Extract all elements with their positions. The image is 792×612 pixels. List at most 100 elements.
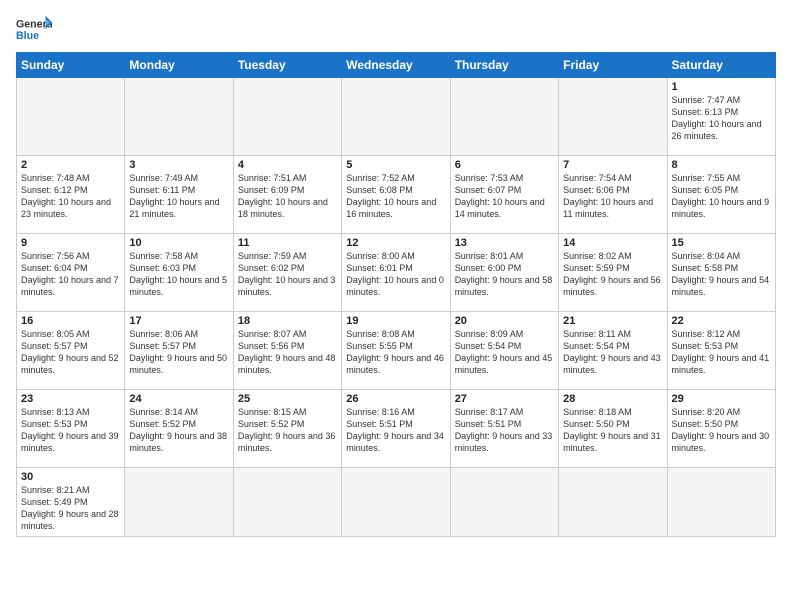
header-friday: Friday — [559, 53, 667, 78]
day-number: 30 — [21, 471, 120, 483]
table-row: 2Sunrise: 7:48 AM Sunset: 6:12 PM Daylig… — [17, 156, 125, 234]
table-row — [342, 78, 450, 156]
day-number: 24 — [129, 393, 228, 405]
header-saturday: Saturday — [667, 53, 775, 78]
table-row: 10Sunrise: 7:58 AM Sunset: 6:03 PM Dayli… — [125, 234, 233, 312]
day-info: Sunrise: 7:51 AM Sunset: 6:09 PM Dayligh… — [238, 172, 337, 221]
day-number: 9 — [21, 237, 120, 249]
day-number: 14 — [563, 237, 662, 249]
day-info: Sunrise: 8:02 AM Sunset: 5:59 PM Dayligh… — [563, 250, 662, 299]
day-info: Sunrise: 7:52 AM Sunset: 6:08 PM Dayligh… — [346, 172, 445, 221]
table-row — [233, 78, 341, 156]
day-info: Sunrise: 7:55 AM Sunset: 6:05 PM Dayligh… — [672, 172, 771, 221]
day-number: 5 — [346, 159, 445, 171]
header-monday: Monday — [125, 53, 233, 78]
table-row: 23Sunrise: 8:13 AM Sunset: 5:53 PM Dayli… — [17, 390, 125, 468]
day-number: 27 — [455, 393, 554, 405]
table-row: 20Sunrise: 8:09 AM Sunset: 5:54 PM Dayli… — [450, 312, 558, 390]
day-number: 3 — [129, 159, 228, 171]
table-row — [450, 78, 558, 156]
day-info: Sunrise: 8:06 AM Sunset: 5:57 PM Dayligh… — [129, 328, 228, 377]
weekday-header-row: Sunday Monday Tuesday Wednesday Thursday… — [17, 53, 776, 78]
day-number: 6 — [455, 159, 554, 171]
table-row: 8Sunrise: 7:55 AM Sunset: 6:05 PM Daylig… — [667, 156, 775, 234]
day-info: Sunrise: 8:13 AM Sunset: 5:53 PM Dayligh… — [21, 406, 120, 455]
day-info: Sunrise: 8:05 AM Sunset: 5:57 PM Dayligh… — [21, 328, 120, 377]
table-row: 21Sunrise: 8:11 AM Sunset: 5:54 PM Dayli… — [559, 312, 667, 390]
day-info: Sunrise: 8:01 AM Sunset: 6:00 PM Dayligh… — [455, 250, 554, 299]
header-wednesday: Wednesday — [342, 53, 450, 78]
table-row: 18Sunrise: 8:07 AM Sunset: 5:56 PM Dayli… — [233, 312, 341, 390]
day-info: Sunrise: 7:49 AM Sunset: 6:11 PM Dayligh… — [129, 172, 228, 221]
header-sunday: Sunday — [17, 53, 125, 78]
day-info: Sunrise: 8:18 AM Sunset: 5:50 PM Dayligh… — [563, 406, 662, 455]
table-row — [233, 468, 341, 537]
day-number: 12 — [346, 237, 445, 249]
day-info: Sunrise: 8:12 AM Sunset: 5:53 PM Dayligh… — [672, 328, 771, 377]
table-row: 13Sunrise: 8:01 AM Sunset: 6:00 PM Dayli… — [450, 234, 558, 312]
table-row — [342, 468, 450, 537]
day-number: 25 — [238, 393, 337, 405]
day-number: 21 — [563, 315, 662, 327]
day-number: 18 — [238, 315, 337, 327]
table-row: 1Sunrise: 7:47 AM Sunset: 6:13 PM Daylig… — [667, 78, 775, 156]
table-row: 24Sunrise: 8:14 AM Sunset: 5:52 PM Dayli… — [125, 390, 233, 468]
table-row — [17, 78, 125, 156]
day-number: 17 — [129, 315, 228, 327]
table-row — [125, 468, 233, 537]
table-row: 30Sunrise: 8:21 AM Sunset: 5:49 PM Dayli… — [17, 468, 125, 537]
header: General Blue — [16, 10, 776, 44]
table-row: 7Sunrise: 7:54 AM Sunset: 6:06 PM Daylig… — [559, 156, 667, 234]
table-row: 29Sunrise: 8:20 AM Sunset: 5:50 PM Dayli… — [667, 390, 775, 468]
day-info: Sunrise: 7:47 AM Sunset: 6:13 PM Dayligh… — [672, 94, 771, 143]
day-info: Sunrise: 8:14 AM Sunset: 5:52 PM Dayligh… — [129, 406, 228, 455]
table-row — [667, 468, 775, 537]
calendar-table: Sunday Monday Tuesday Wednesday Thursday… — [16, 52, 776, 537]
table-row — [559, 78, 667, 156]
day-info: Sunrise: 8:09 AM Sunset: 5:54 PM Dayligh… — [455, 328, 554, 377]
header-tuesday: Tuesday — [233, 53, 341, 78]
table-row: 27Sunrise: 8:17 AM Sunset: 5:51 PM Dayli… — [450, 390, 558, 468]
table-row: 6Sunrise: 7:53 AM Sunset: 6:07 PM Daylig… — [450, 156, 558, 234]
day-number: 29 — [672, 393, 771, 405]
day-number: 13 — [455, 237, 554, 249]
day-info: Sunrise: 7:59 AM Sunset: 6:02 PM Dayligh… — [238, 250, 337, 299]
day-number: 8 — [672, 159, 771, 171]
day-number: 11 — [238, 237, 337, 249]
table-row: 5Sunrise: 7:52 AM Sunset: 6:08 PM Daylig… — [342, 156, 450, 234]
header-thursday: Thursday — [450, 53, 558, 78]
day-number: 4 — [238, 159, 337, 171]
day-info: Sunrise: 8:16 AM Sunset: 5:51 PM Dayligh… — [346, 406, 445, 455]
table-row: 17Sunrise: 8:06 AM Sunset: 5:57 PM Dayli… — [125, 312, 233, 390]
table-row — [125, 78, 233, 156]
day-info: Sunrise: 8:15 AM Sunset: 5:52 PM Dayligh… — [238, 406, 337, 455]
table-row: 3Sunrise: 7:49 AM Sunset: 6:11 PM Daylig… — [125, 156, 233, 234]
day-info: Sunrise: 7:54 AM Sunset: 6:06 PM Dayligh… — [563, 172, 662, 221]
svg-text:Blue: Blue — [16, 30, 39, 42]
day-info: Sunrise: 8:04 AM Sunset: 5:58 PM Dayligh… — [672, 250, 771, 299]
day-number: 7 — [563, 159, 662, 171]
day-info: Sunrise: 8:07 AM Sunset: 5:56 PM Dayligh… — [238, 328, 337, 377]
day-number: 1 — [672, 81, 771, 93]
table-row: 11Sunrise: 7:59 AM Sunset: 6:02 PM Dayli… — [233, 234, 341, 312]
day-info: Sunrise: 8:17 AM Sunset: 5:51 PM Dayligh… — [455, 406, 554, 455]
day-number: 19 — [346, 315, 445, 327]
day-info: Sunrise: 7:58 AM Sunset: 6:03 PM Dayligh… — [129, 250, 228, 299]
table-row: 28Sunrise: 8:18 AM Sunset: 5:50 PM Dayli… — [559, 390, 667, 468]
day-number: 2 — [21, 159, 120, 171]
table-row: 9Sunrise: 7:56 AM Sunset: 6:04 PM Daylig… — [17, 234, 125, 312]
table-row: 15Sunrise: 8:04 AM Sunset: 5:58 PM Dayli… — [667, 234, 775, 312]
table-row: 14Sunrise: 8:02 AM Sunset: 5:59 PM Dayli… — [559, 234, 667, 312]
table-row — [450, 468, 558, 537]
day-number: 23 — [21, 393, 120, 405]
table-row: 26Sunrise: 8:16 AM Sunset: 5:51 PM Dayli… — [342, 390, 450, 468]
day-info: Sunrise: 7:53 AM Sunset: 6:07 PM Dayligh… — [455, 172, 554, 221]
day-number: 20 — [455, 315, 554, 327]
table-row: 16Sunrise: 8:05 AM Sunset: 5:57 PM Dayli… — [17, 312, 125, 390]
table-row: 22Sunrise: 8:12 AM Sunset: 5:53 PM Dayli… — [667, 312, 775, 390]
day-info: Sunrise: 8:08 AM Sunset: 5:55 PM Dayligh… — [346, 328, 445, 377]
day-info: Sunrise: 8:20 AM Sunset: 5:50 PM Dayligh… — [672, 406, 771, 455]
day-number: 26 — [346, 393, 445, 405]
day-info: Sunrise: 7:48 AM Sunset: 6:12 PM Dayligh… — [21, 172, 120, 221]
table-row: 19Sunrise: 8:08 AM Sunset: 5:55 PM Dayli… — [342, 312, 450, 390]
